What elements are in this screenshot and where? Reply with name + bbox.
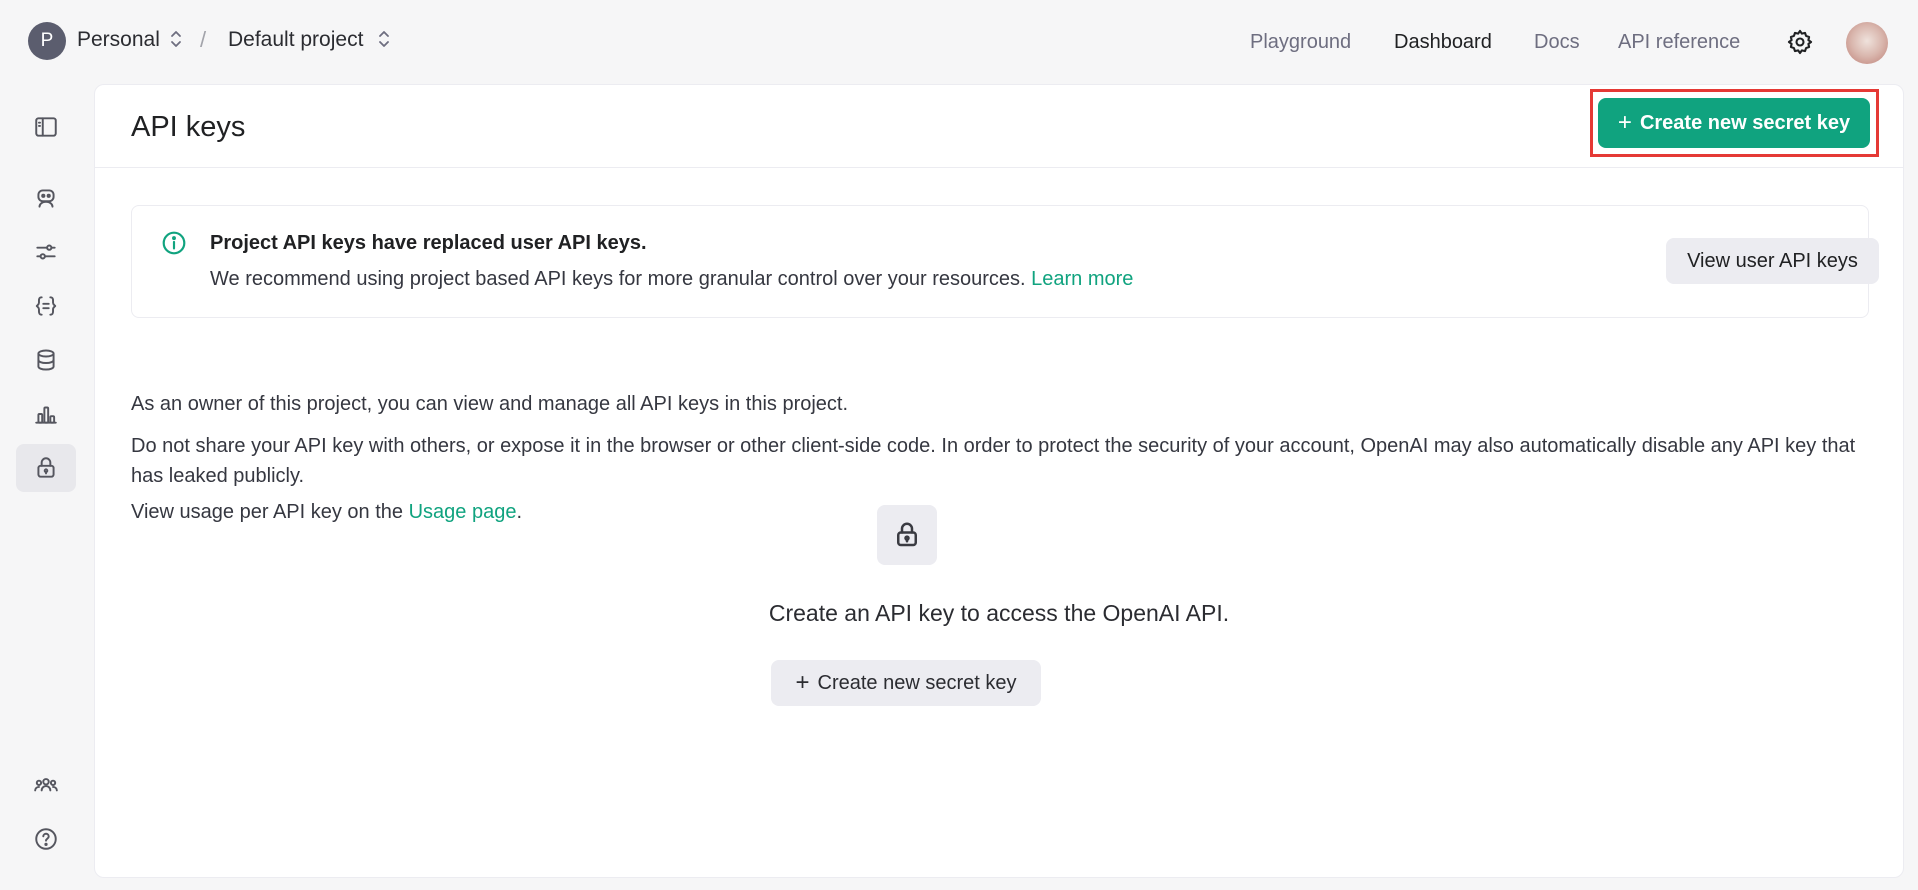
user-avatar[interactable]: [1846, 22, 1888, 64]
usage-prefix: View usage per API key on the: [131, 501, 404, 523]
create-secret-key-label: Create new secret key: [1639, 111, 1851, 134]
chevron-updown-icon[interactable]: [377, 28, 391, 50]
nav-dashboard[interactable]: Dashboard: [1394, 31, 1492, 54]
nav-playground[interactable]: Playground: [1250, 31, 1351, 54]
empty-state-lock-icon: [877, 505, 937, 565]
notice-title: Project API keys have replaced user API …: [210, 232, 647, 254]
gear-icon[interactable]: [1786, 28, 1814, 56]
api-keys-lock-icon[interactable]: [16, 444, 76, 492]
info-icon: [161, 230, 187, 256]
main-panel: API keys + Create new secret key Project…: [94, 84, 1904, 878]
view-user-api-keys-button[interactable]: View user API keys: [1666, 238, 1879, 284]
security-paragraph: Do not share your API key with others, o…: [131, 435, 1856, 487]
functions-braces-icon[interactable]: [16, 282, 76, 330]
nav-docs[interactable]: Docs: [1534, 31, 1580, 54]
database-icon[interactable]: [16, 336, 76, 384]
plus-icon: +: [795, 669, 810, 696]
empty-create-secret-key-label: Create new secret key: [817, 671, 1017, 694]
project-switcher[interactable]: Default project: [228, 28, 363, 52]
team-members-icon[interactable]: [16, 761, 76, 809]
notice-banner: Project API keys have replaced user API …: [131, 205, 1879, 318]
assistants-robot-icon[interactable]: [16, 174, 76, 222]
help-icon[interactable]: [16, 815, 76, 863]
notice-body-text: We recommend using project based API key…: [210, 268, 1026, 290]
empty-create-secret-key-button[interactable]: + Create new secret key: [771, 660, 1041, 706]
nav-api-reference[interactable]: API reference: [1618, 31, 1740, 54]
org-switcher[interactable]: Personal: [77, 28, 160, 52]
empty-state-title: Create an API key to access the OpenAI A…: [768, 600, 1230, 626]
usage-page-link[interactable]: Usage page: [409, 501, 517, 523]
learn-more-link[interactable]: Learn more: [1031, 268, 1133, 290]
owner-paragraph: As an owner of this project, you can vie…: [131, 393, 849, 415]
notice-body: We recommend using project based API key…: [210, 268, 1133, 291]
plus-icon: +: [1617, 109, 1632, 136]
usage-chart-icon[interactable]: [16, 390, 76, 438]
page-header: API keys + Create new secret key: [95, 85, 1903, 168]
top-bar: P Personal / Default project Playground …: [0, 0, 1918, 84]
usage-suffix: .: [516, 501, 523, 523]
sidebar-toggle-icon[interactable]: [16, 103, 76, 151]
create-secret-key-button[interactable]: + Create new secret key: [1598, 98, 1870, 148]
page-title: API keys: [131, 111, 246, 143]
usage-paragraph: View usage per API key on the Usage page…: [131, 497, 1871, 527]
chevron-updown-icon[interactable]: [169, 28, 183, 50]
org-avatar[interactable]: P: [28, 22, 66, 60]
tune-sliders-icon[interactable]: [16, 228, 76, 276]
breadcrumb-separator: /: [200, 27, 207, 52]
